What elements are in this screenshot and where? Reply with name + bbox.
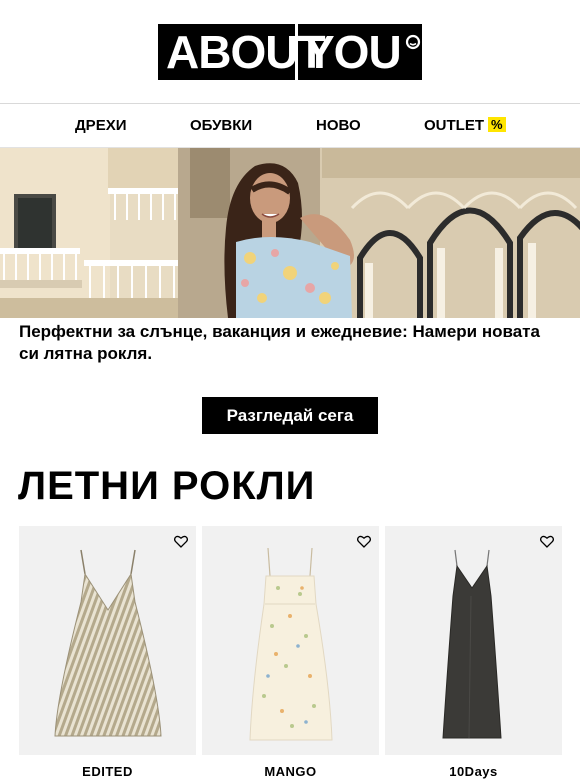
header: ABOUT YOU bbox=[0, 0, 580, 104]
nav-item-label: ОБУВКИ bbox=[190, 117, 253, 134]
nav-item-label: OUTLET bbox=[424, 117, 484, 134]
browse-now-button[interactable]: Разгледай сега bbox=[202, 397, 378, 434]
striped-dress-image bbox=[54, 549, 162, 737]
floral-dress-image bbox=[249, 547, 333, 741]
outlet-percent-badge: % bbox=[488, 117, 506, 132]
hero-banner[interactable] bbox=[0, 148, 580, 318]
product-card[interactable]: EDITED bbox=[19, 526, 196, 779]
heart-outline-icon[interactable] bbox=[540, 535, 554, 548]
section-title: ЛЕТНИ РОКЛИ bbox=[18, 464, 316, 508]
product-brand: EDITED bbox=[82, 764, 133, 779]
product-brand: MANGO bbox=[264, 764, 317, 779]
logo-text-about: ABOUT bbox=[166, 26, 326, 78]
product-brand: 10Days bbox=[449, 764, 498, 779]
about-you-logo[interactable]: ABOUT YOU bbox=[158, 24, 422, 80]
heart-outline-icon[interactable] bbox=[357, 535, 371, 548]
black-slip-dress-image bbox=[442, 549, 502, 739]
nav-item-shoes[interactable]: ОБУВКИ bbox=[190, 104, 252, 147]
nav-item-outlet[interactable]: OUTLET% bbox=[424, 104, 506, 147]
logo-smile-icon bbox=[405, 34, 420, 50]
nav-item-new[interactable]: НОВО bbox=[316, 104, 361, 147]
product-card[interactable]: 10Days bbox=[385, 526, 562, 779]
logo-text-you: YOU bbox=[304, 26, 402, 78]
main-navigation: ДРЕХИ ОБУВКИ НОВО OUTLET% bbox=[0, 104, 580, 148]
product-image bbox=[19, 526, 196, 755]
nav-item-clothing[interactable]: ДРЕХИ bbox=[75, 104, 126, 147]
nav-item-label: НОВО bbox=[316, 117, 361, 134]
product-card[interactable]: MANGO bbox=[202, 526, 379, 779]
heart-outline-icon[interactable] bbox=[174, 535, 188, 548]
hero-description: Перфектни за слънце, ваканция и ежедневи… bbox=[19, 322, 540, 363]
nav-item-label: ДРЕХИ bbox=[75, 117, 127, 134]
product-image bbox=[385, 526, 562, 755]
hero-image bbox=[0, 148, 580, 318]
product-image bbox=[202, 526, 379, 755]
